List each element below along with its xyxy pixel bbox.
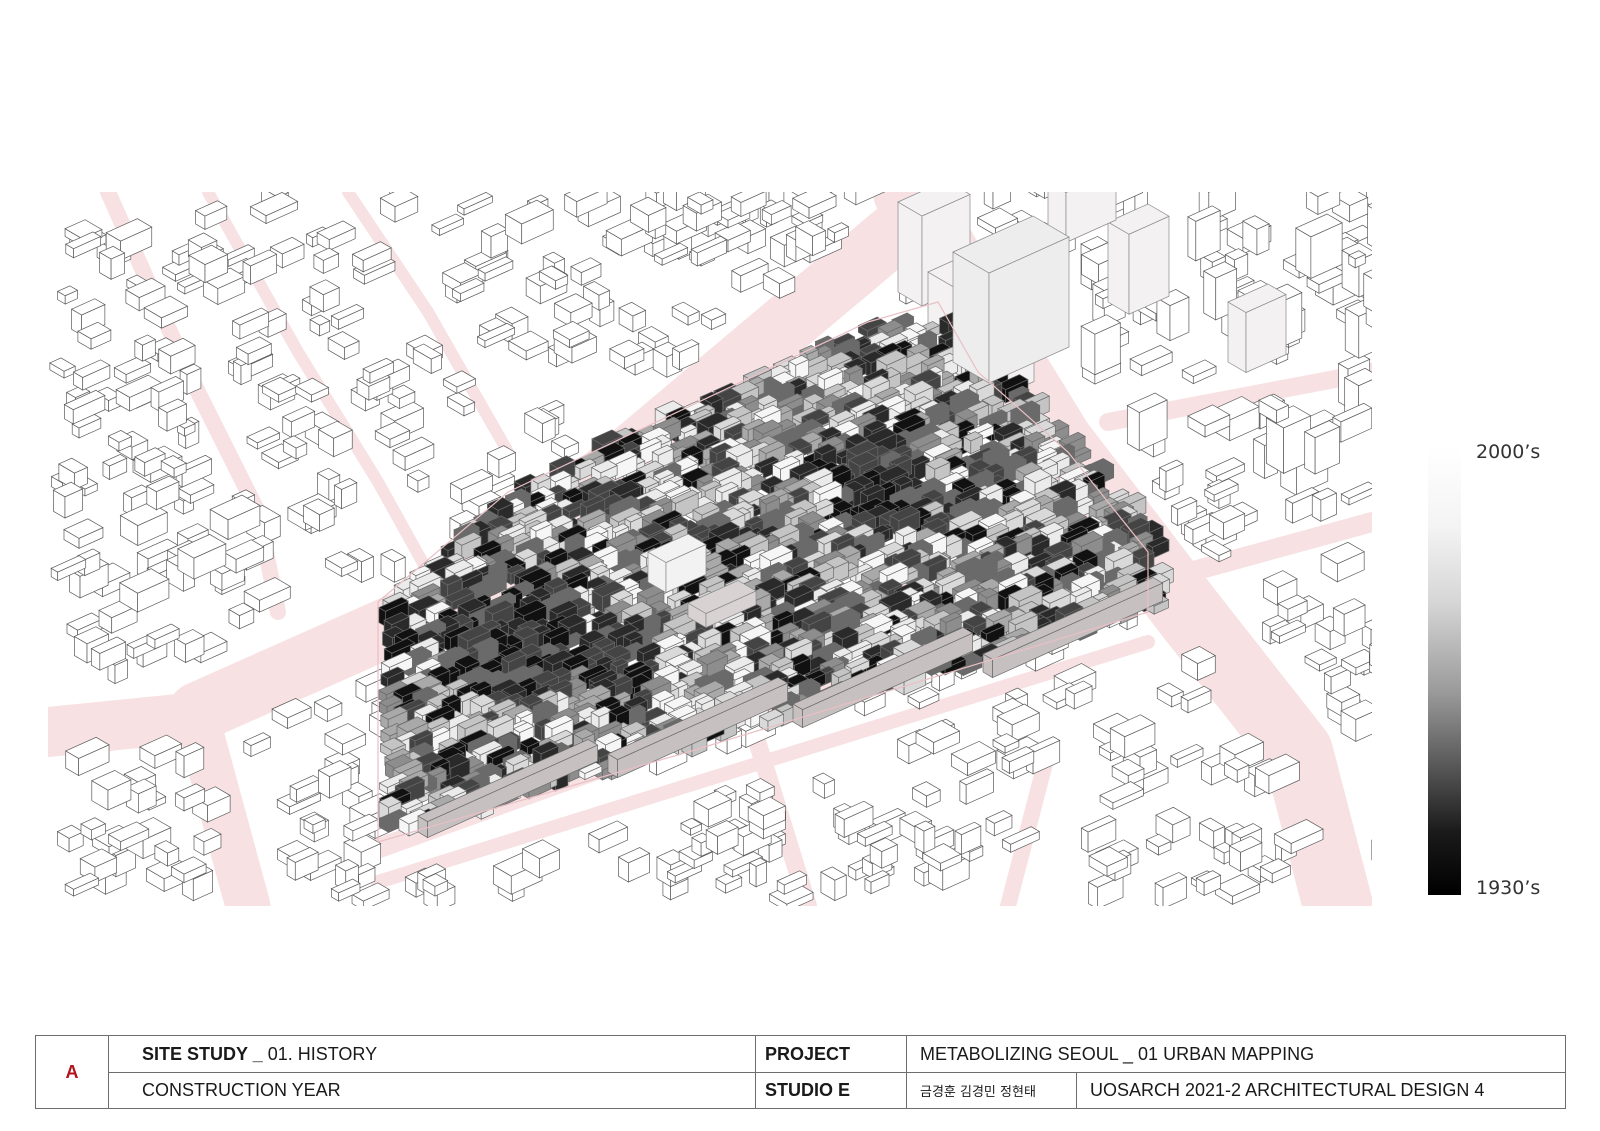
legend-top-label: 2000’s <box>1476 441 1541 463</box>
course-name: UOSARCH 2021-2 ARCHITECTURAL DESIGN 4 <box>1090 1080 1485 1100</box>
studio-label: STUDIO E <box>765 1080 851 1100</box>
year-gradient-bar <box>1428 445 1461 895</box>
site-map <box>48 192 1372 906</box>
project-value: METABOLIZING SEOUL _ 01 URBAN MAPPING <box>920 1043 1315 1064</box>
bg-building <box>1242 215 1270 256</box>
legend-bottom-label: 1930’s <box>1476 877 1541 899</box>
section-title-rest: 01. HISTORY <box>262 1043 378 1064</box>
bg-building <box>748 857 768 888</box>
axonometric-map <box>48 192 1372 906</box>
section-subtitle: CONSTRUCTION YEAR <box>142 1080 341 1100</box>
bg-building <box>98 245 126 280</box>
team-members: 금경훈 김경민 정현태 <box>920 1085 1036 1100</box>
section-title: SITE STUDY _ 01. HISTORY <box>142 1036 742 1072</box>
bg-building <box>1311 487 1338 522</box>
project-label: PROJECT <box>765 1043 851 1064</box>
tower-2 <box>1107 203 1170 315</box>
studio-logo: A <box>65 1061 79 1082</box>
title-block: A SITE STUDY _ 01. HISTORY CONSTRUCTION … <box>35 1035 1566 1109</box>
section-title-bold: SITE STUDY _ <box>142 1043 263 1064</box>
bg-building <box>914 820 936 854</box>
road-3 <box>48 692 223 757</box>
bg-building <box>1080 314 1122 376</box>
